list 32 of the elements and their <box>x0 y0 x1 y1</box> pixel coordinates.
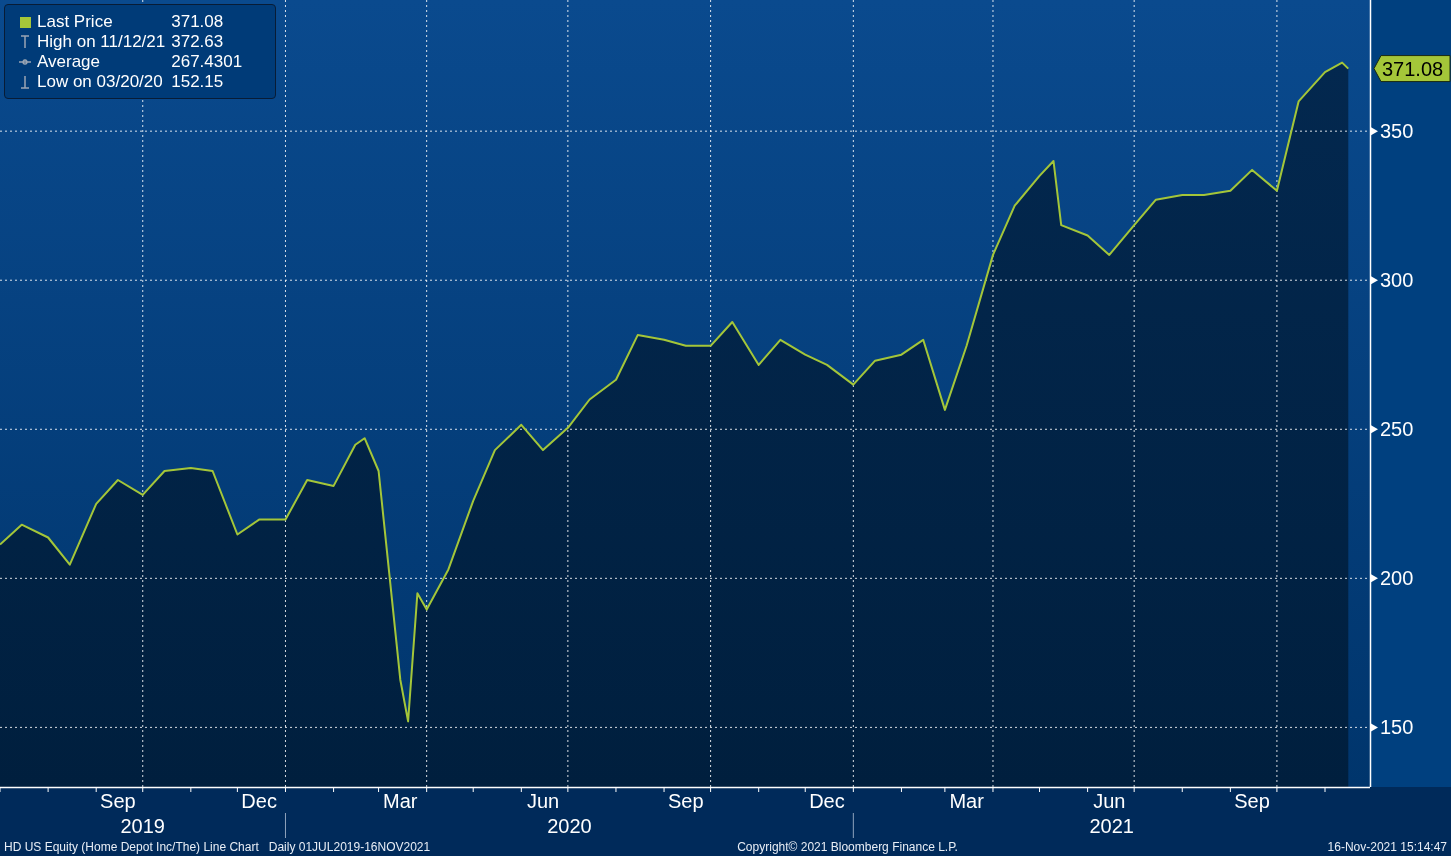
chart-description: HD US Equity (Home Depot Inc/The) Line Chart <box>4 840 259 854</box>
legend-label: Average <box>37 52 101 72</box>
x-axis-label: Dec <box>809 790 845 812</box>
legend-value: 267.4301 <box>171 52 244 72</box>
x-axis-label: Sep <box>668 790 704 812</box>
date-range: Daily 01JUL2019-16NOV2021 <box>268 840 431 854</box>
copyright-text: Copyright© 2021 Bloomberg Finance L.P. <box>737 840 958 854</box>
x-axis-label: Jun <box>1093 790 1126 812</box>
x-axis-label: Sep <box>100 790 136 812</box>
y-axis-label: 350 <box>1380 120 1414 143</box>
legend-label: Low on 03/20/20 <box>37 72 164 92</box>
legend-value: 152.15 <box>171 72 225 92</box>
x-axis-label: Mar <box>949 790 984 812</box>
t-marker-icon <box>19 35 31 49</box>
y-axis-label: 250 <box>1380 418 1414 441</box>
year-label: 2020 <box>547 815 592 837</box>
y-axis-label: 150 <box>1380 716 1414 739</box>
last-price-tag: 371.08 <box>1373 55 1451 83</box>
x-axis-label: Sep <box>1234 790 1270 812</box>
timestamp: 16-Nov-2021 15:14:47 <box>1327 840 1447 854</box>
legend-label: High on 11/12/21 <box>37 32 167 52</box>
legend-label: Last Price <box>37 12 114 32</box>
y-axis-label: 200 <box>1380 567 1414 590</box>
year-label: 2021 <box>1089 815 1134 837</box>
legend-value: 371.08 <box>171 12 225 32</box>
y-axis-label: 300 <box>1380 269 1414 292</box>
x-axis-label: Dec <box>241 790 277 812</box>
x-axis-label: Jun <box>526 790 560 812</box>
year-label: 2019 <box>120 815 165 837</box>
x-axis-label: Mar <box>383 790 418 812</box>
t-marker-icon <box>19 75 31 89</box>
legend-value: 372.63 <box>171 32 225 52</box>
